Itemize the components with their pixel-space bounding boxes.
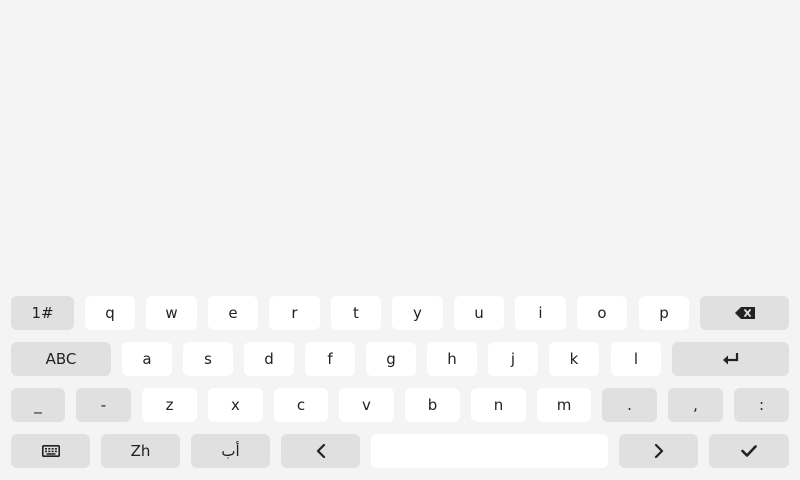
key-e[interactable]: e	[208, 296, 258, 330]
content-area	[0, 0, 800, 290]
key-f[interactable]: f	[305, 342, 355, 376]
check-icon	[741, 445, 757, 457]
space-bar[interactable]	[371, 434, 608, 468]
key-i[interactable]: i	[515, 296, 566, 330]
abc-mode-key[interactable]: ABC	[11, 342, 111, 376]
symbols-mode-key[interactable]: 1#	[11, 296, 74, 330]
enter-key[interactable]	[672, 342, 789, 376]
key-y[interactable]: y	[392, 296, 443, 330]
key-b[interactable]: b	[405, 388, 460, 422]
key-s[interactable]: s	[183, 342, 233, 376]
key-h[interactable]: h	[427, 342, 477, 376]
key-j[interactable]: j	[488, 342, 538, 376]
key-d[interactable]: d	[244, 342, 294, 376]
language-zh-key[interactable]: Zh	[101, 434, 180, 468]
key-o[interactable]: o	[577, 296, 627, 330]
done-key[interactable]	[709, 434, 789, 468]
key-q[interactable]: q	[85, 296, 135, 330]
key-m[interactable]: m	[537, 388, 591, 422]
key-v[interactable]: v	[339, 388, 394, 422]
key-n[interactable]: n	[471, 388, 526, 422]
hide-keyboard-key[interactable]	[11, 434, 90, 468]
key-w[interactable]: w	[146, 296, 197, 330]
backspace-icon	[734, 307, 755, 319]
key-k[interactable]: k	[549, 342, 599, 376]
key-period[interactable]: .	[602, 388, 657, 422]
key-underscore[interactable]: _	[11, 388, 65, 422]
key-g[interactable]: g	[366, 342, 416, 376]
key-l[interactable]: l	[611, 342, 661, 376]
language-arabic-key[interactable]: أب	[191, 434, 270, 468]
key-x[interactable]: x	[208, 388, 263, 422]
enter-icon	[722, 353, 739, 365]
key-c[interactable]: c	[274, 388, 328, 422]
cursor-left-key[interactable]	[281, 434, 360, 468]
key-u[interactable]: u	[454, 296, 504, 330]
key-r[interactable]: r	[269, 296, 320, 330]
chevron-left-icon	[316, 444, 326, 458]
chevron-right-icon	[654, 444, 664, 458]
keyboard-icon	[41, 445, 60, 457]
key-hyphen[interactable]: -	[76, 388, 131, 422]
backspace-key[interactable]	[700, 296, 789, 330]
key-colon[interactable]: :	[734, 388, 789, 422]
key-a[interactable]: a	[122, 342, 172, 376]
key-z[interactable]: z	[142, 388, 197, 422]
cursor-right-key[interactable]	[619, 434, 698, 468]
on-screen-keyboard: 1# q w e r t y u i o p ABC a s d f g h j…	[0, 290, 800, 480]
key-comma[interactable]: ,	[668, 388, 723, 422]
key-p[interactable]: p	[639, 296, 689, 330]
key-t[interactable]: t	[331, 296, 381, 330]
